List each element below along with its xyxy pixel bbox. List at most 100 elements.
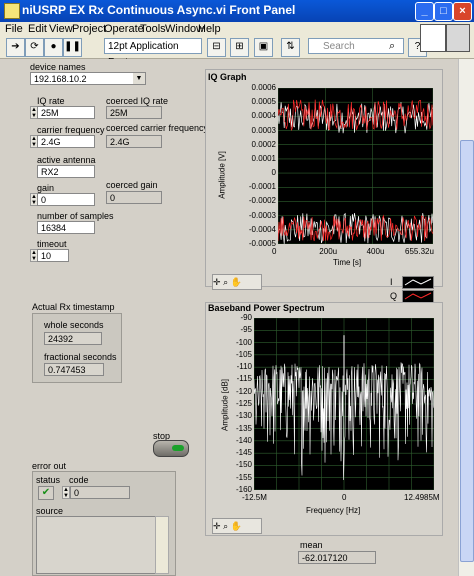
iq-graph-legend: I Q xyxy=(382,275,435,303)
graph-cursor-icon[interactable]: ✛ xyxy=(213,521,221,531)
carrier-frequency-field[interactable]: 2.4G xyxy=(37,135,95,148)
graph-pan-hand-icon[interactable]: ✋ xyxy=(231,521,242,531)
window-title: niUSRP EX Rx Continuous Async.vi Front P… xyxy=(22,3,296,17)
coerced-gain-label: coerced gain xyxy=(106,180,158,190)
error-source-indicator xyxy=(36,516,156,574)
menu-operate[interactable]: Operate xyxy=(104,23,144,35)
coerced-carrier-frequency-label: coerced carrier frequency xyxy=(106,123,209,133)
error-code-indicator: 0 xyxy=(70,486,130,499)
search-icon[interactable]: ⌕ xyxy=(389,40,395,53)
active-antenna-label: active antenna xyxy=(37,155,96,165)
error-source-scrollbar[interactable] xyxy=(155,516,169,574)
graph-zoom-icon[interactable]: ⌕ xyxy=(223,521,228,531)
error-source-label: source xyxy=(36,506,64,516)
timeout-field[interactable]: 10 xyxy=(37,249,69,262)
iq-y-tick: 0.0006 xyxy=(251,83,276,92)
coerced-iq-rate-label: coerced IQ rate xyxy=(106,96,169,106)
iq-y-tick: -0.0004 xyxy=(248,224,276,234)
pause-icon[interactable]: ❚❚ xyxy=(63,38,82,57)
minimize-button[interactable]: _ xyxy=(415,2,434,21)
chevron-down-icon[interactable]: ▼ xyxy=(133,73,145,84)
stop-led-icon xyxy=(172,445,184,451)
reorder-icon[interactable]: ⇅ xyxy=(281,38,300,57)
gain-label: gain xyxy=(37,183,55,193)
menu-tools[interactable]: Tools xyxy=(140,23,166,35)
iq-y-tick: 0.0004 xyxy=(251,111,276,121)
spectrum-graph-xlabel: Frequency [Hz] xyxy=(306,506,361,515)
spectrum-y-tick: -135 xyxy=(235,423,252,433)
error-code-label: code xyxy=(69,475,89,485)
distribute-objects-icon[interactable]: ⊞ xyxy=(230,38,249,57)
device-names-combo[interactable]: 192.168.10.2 xyxy=(30,72,146,85)
abort-icon[interactable]: ● xyxy=(44,38,63,57)
iq-rate-field[interactable]: 25M xyxy=(37,106,95,119)
mean-label: mean xyxy=(300,540,323,550)
graph-zoom-icon[interactable]: ⌕ xyxy=(223,277,228,287)
spectrum-graph-title: Baseband Power Spectrum xyxy=(208,303,325,313)
menu-view[interactable]: View xyxy=(49,23,73,35)
spectrum-y-tick: -140 xyxy=(235,435,252,445)
spectrum-y-tick: -150 xyxy=(235,460,252,470)
iq-graph-plot[interactable] xyxy=(278,88,433,244)
active-antenna-field[interactable]: RX2 xyxy=(37,165,95,178)
iq-y-tick: -0.0001 xyxy=(248,182,276,192)
spectrum-graph-palette: ✛ ⌕ ✋ xyxy=(212,518,262,534)
maximize-button[interactable]: □ xyxy=(434,2,453,21)
scrollbar-thumb[interactable] xyxy=(460,140,474,562)
spectrum-y-tick: -155 xyxy=(235,472,252,482)
title-bar: niUSRP EX Rx Continuous Async.vi Front P… xyxy=(0,0,474,23)
connector-pane-icon[interactable] xyxy=(446,24,470,52)
iq-y-tick: -0.0003 xyxy=(248,210,276,220)
iq-x-tick: 200u xyxy=(319,247,338,256)
iq-y-tick: 0.0005 xyxy=(251,97,276,107)
resize-objects-icon[interactable]: ▣ xyxy=(254,38,273,57)
graph-pan-hand-icon[interactable]: ✋ xyxy=(231,277,242,287)
coerced-gain-indicator: 0 xyxy=(106,191,162,204)
iq-y-tick: 0.0003 xyxy=(251,125,276,135)
labview-app-icon xyxy=(4,3,20,19)
error-out-label: error out xyxy=(32,461,67,471)
legend-i-swatch[interactable] xyxy=(402,276,434,289)
rx-timestamp-label: Actual Rx timestamp xyxy=(32,302,115,312)
legend-q-label: Q xyxy=(390,291,398,301)
run-continuously-icon[interactable]: ⟳ xyxy=(25,38,44,57)
iq-x-tick: 0 xyxy=(272,247,277,256)
spectrum-y-tick: -145 xyxy=(235,448,252,458)
iq-rate-label: IQ rate xyxy=(37,96,65,106)
spectrum-x-tick: 12.4985M xyxy=(404,493,440,502)
fractional-seconds-label: fractional seconds xyxy=(44,352,117,362)
spectrum-y-tick: -105 xyxy=(235,349,252,359)
iq-graph-xlabel: Time [s] xyxy=(333,258,362,267)
menu-project[interactable]: Project xyxy=(72,23,106,35)
vi-icon-pane[interactable] xyxy=(420,24,446,52)
device-names-label: device names xyxy=(30,62,86,72)
iq-graph-title: IQ Graph xyxy=(208,72,247,82)
spectrum-y-tick: -125 xyxy=(235,399,252,408)
spectrum-y-tick: -130 xyxy=(235,411,252,421)
spectrum-x-tick: -12.5M xyxy=(242,493,267,502)
number-of-samples-field[interactable]: 16384 xyxy=(37,221,95,234)
gain-field[interactable]: 0 xyxy=(37,193,95,206)
run-arrow-icon[interactable]: ➔ xyxy=(6,38,25,57)
coerced-iq-rate-indicator: 25M xyxy=(106,106,162,119)
mean-indicator: -62.017120 xyxy=(298,551,376,564)
menu-file[interactable]: File xyxy=(5,23,23,35)
spectrum-graph-ylabel: Amplitude [dB] xyxy=(220,378,230,432)
error-status-label: status xyxy=(36,475,61,485)
status-checkmark-icon: ✔ xyxy=(38,486,54,500)
iq-y-tick: 0.0001 xyxy=(251,153,276,163)
coerced-carrier-frequency-indicator: 2.4G xyxy=(106,135,162,148)
iq-x-tick: 655.32u xyxy=(405,247,434,256)
spectrum-graph-plot[interactable] xyxy=(254,318,434,490)
graph-cursor-icon[interactable]: ✛ xyxy=(213,277,221,287)
close-button[interactable]: × xyxy=(453,2,472,21)
stop-button[interactable] xyxy=(153,440,189,457)
menu-help[interactable]: Help xyxy=(198,23,221,35)
iq-graph-ylabel: Amplitude [V] xyxy=(217,151,227,199)
carrier-frequency-label: carrier frequency xyxy=(37,125,105,135)
menu-edit[interactable]: Edit xyxy=(28,23,47,35)
font-dropdown[interactable]: 12pt Application Font xyxy=(104,38,202,68)
spectrum-y-tick: -110 xyxy=(236,362,252,372)
timeout-label: timeout xyxy=(37,239,67,249)
align-objects-icon[interactable]: ⊟ xyxy=(207,38,226,57)
